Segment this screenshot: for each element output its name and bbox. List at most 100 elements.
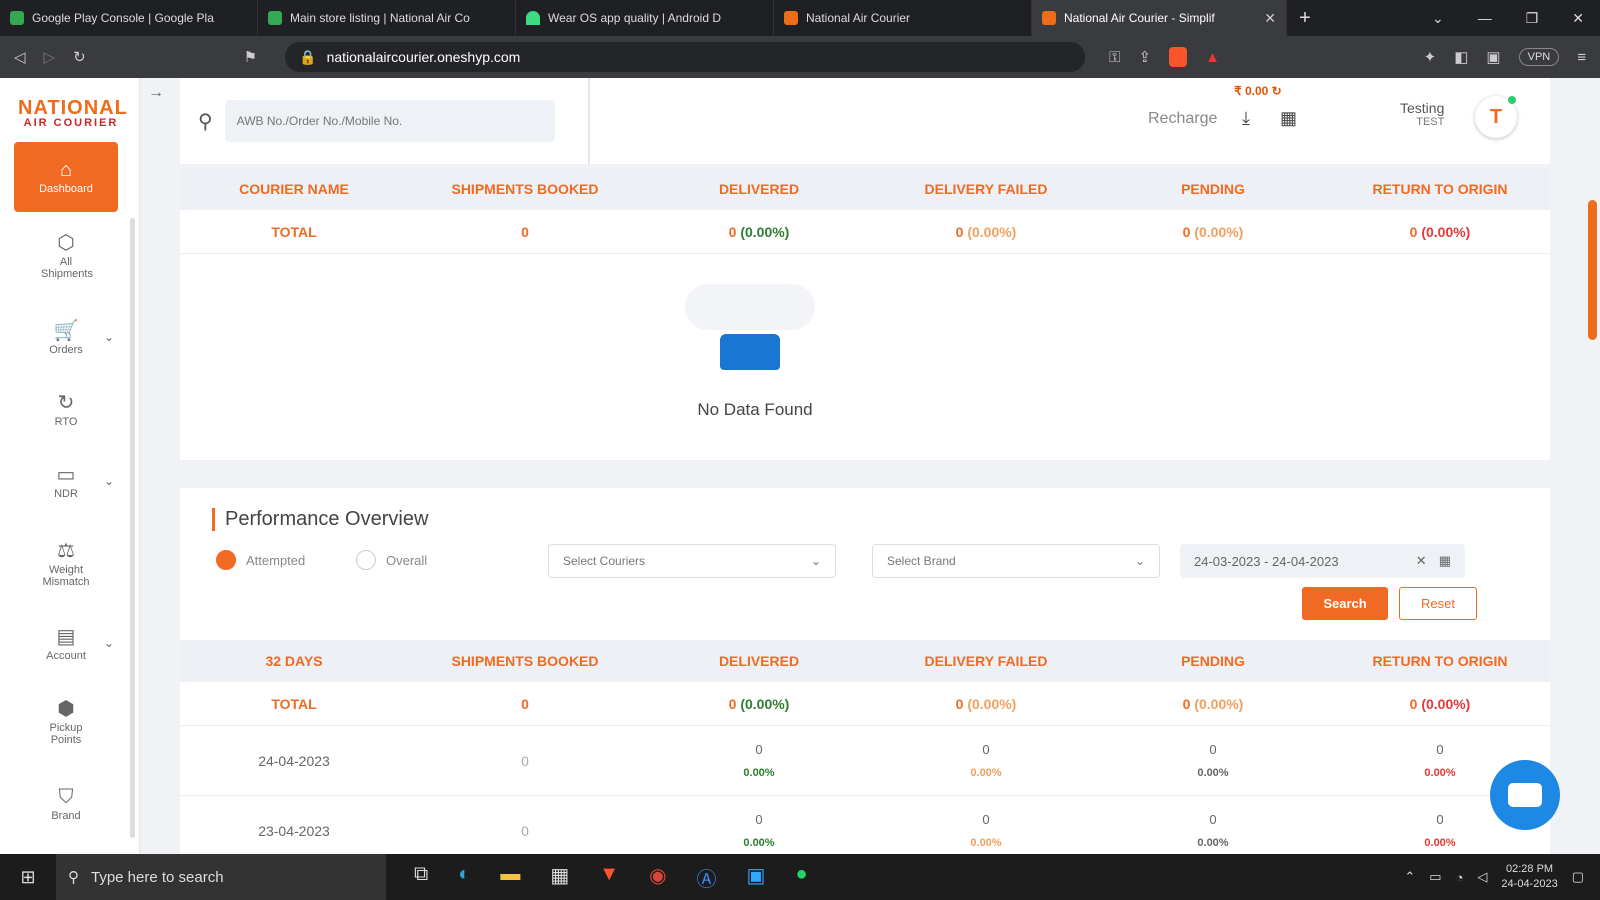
- app-store-icon[interactable]: Ⓐ: [697, 863, 717, 892]
- windows-start-icon[interactable]: ⊞: [0, 867, 56, 888]
- download-icon[interactable]: ⤓: [1242, 108, 1250, 129]
- chevron-down-icon[interactable]: ⌄: [104, 636, 114, 650]
- chevron-down-icon[interactable]: ⌄: [104, 330, 114, 344]
- column-header[interactable]: PENDING: [1096, 653, 1330, 669]
- browser-tab[interactable]: National Air Courier: [774, 0, 1032, 36]
- browser-tab-active[interactable]: National Air Courier - Simplif ✕: [1032, 0, 1287, 36]
- store-icon[interactable]: ▦: [550, 863, 569, 892]
- search-icon[interactable]: ⚲: [198, 109, 213, 134]
- column-header[interactable]: DELIVERED: [642, 653, 876, 669]
- restore-icon[interactable]: ❐: [1526, 10, 1539, 27]
- column-header[interactable]: SHIPMENTS BOOKED: [408, 653, 642, 669]
- empty-message: No Data Found: [697, 400, 813, 419]
- count: 0: [955, 695, 964, 712]
- puzzle-icon[interactable]: ✦: [1424, 48, 1437, 66]
- sidebar-item-orders[interactable]: 🛒 Orders ⌄: [14, 320, 118, 356]
- pending-value: 0 (0.00%): [1096, 224, 1330, 240]
- sidebar-item-weight-mismatch[interactable]: ⚖ Weight Mismatch: [14, 540, 118, 588]
- close-icon[interactable]: ✕: [1264, 10, 1276, 27]
- column-header[interactable]: 32 DAYS: [180, 653, 408, 669]
- wallet-icon[interactable]: ▣: [1486, 48, 1500, 66]
- percent: (0.00%): [967, 695, 1017, 712]
- user-info[interactable]: Testing TEST: [1400, 100, 1444, 128]
- brave-icon[interactable]: ▼: [599, 863, 619, 892]
- taskbar-search[interactable]: ⚲ Type here to search: [56, 854, 386, 900]
- recharge-link[interactable]: Recharge: [1148, 110, 1217, 128]
- forward-icon[interactable]: ▷: [44, 48, 56, 66]
- whatsapp-icon[interactable]: ●: [795, 863, 807, 892]
- chevron-down-icon[interactable]: ⌄: [104, 474, 114, 488]
- chat-widget-button[interactable]: [1490, 760, 1560, 830]
- key-icon[interactable]: ⚿: [1109, 49, 1120, 66]
- failed-value: 0 (0.00%): [876, 224, 1096, 240]
- column-header[interactable]: DELIVERY FAILED: [876, 653, 1096, 669]
- file-explorer-icon[interactable]: ▬: [500, 863, 520, 892]
- count: 0: [1409, 695, 1418, 712]
- collapse-sidebar-icon[interactable]: →: [148, 84, 164, 102]
- row-date: 23-04-2023: [258, 822, 330, 839]
- reload-icon[interactable]: ↻: [73, 48, 86, 66]
- browser-tab[interactable]: Google Play Console | Google Pla: [0, 0, 258, 36]
- radio-attempted[interactable]: Attempted: [216, 550, 305, 570]
- volume-icon[interactable]: ◁: [1477, 869, 1487, 885]
- column-header[interactable]: COURIER NAME: [180, 181, 408, 197]
- page-scrollbar[interactable]: [1588, 200, 1597, 340]
- column-header[interactable]: PENDING: [1096, 181, 1330, 197]
- search-button[interactable]: Search: [1302, 587, 1388, 620]
- calendar-icon[interactable]: ▦: [1439, 553, 1451, 569]
- radio-overall[interactable]: Overall: [356, 550, 427, 570]
- close-window-icon[interactable]: ✕: [1572, 10, 1584, 27]
- photoshop-icon[interactable]: ▣: [747, 863, 766, 892]
- brave-shield-icon[interactable]: [1169, 47, 1188, 67]
- network-icon[interactable]: ▭: [1429, 869, 1441, 885]
- minimize-icon[interactable]: —: [1478, 10, 1492, 27]
- share-icon[interactable]: ⇪: [1139, 48, 1152, 66]
- sidebar-item-account[interactable]: ▤ Account ⌄: [14, 626, 118, 662]
- rewards-icon[interactable]: ▲: [1205, 49, 1220, 66]
- task-view-icon[interactable]: ⧉: [414, 863, 428, 892]
- sidebar-toggle-icon[interactable]: ◧: [1454, 48, 1468, 66]
- bookmark-icon[interactable]: ⚑: [244, 48, 257, 66]
- search-icon: ⚲: [68, 869, 79, 886]
- column-header[interactable]: DELIVERY FAILED: [876, 181, 1096, 197]
- windows-taskbar: ⊞ ⚲ Type here to search ⧉ ◐ ▬ ▦ ▼ ◉ Ⓐ ▣ …: [0, 854, 1600, 900]
- sidebar-scrollbar[interactable]: [130, 218, 135, 838]
- wallet-balance[interactable]: ₹ 0.00 ↻: [1234, 84, 1282, 98]
- column-header[interactable]: RETURN TO ORIGIN: [1330, 653, 1550, 669]
- chrome-icon[interactable]: ◉: [649, 863, 666, 892]
- menu-icon[interactable]: ≡: [1577, 49, 1586, 66]
- brand-logo[interactable]: NATIONAL AIR COURIER: [18, 98, 127, 129]
- browser-tab[interactable]: Main store listing | National Air Co: [258, 0, 516, 36]
- lock-icon: 🔒: [299, 48, 317, 65]
- column-header[interactable]: SHIPMENTS BOOKED: [408, 181, 642, 197]
- column-header[interactable]: RETURN TO ORIGIN: [1330, 181, 1550, 197]
- date-range-picker[interactable]: 24-03-2023 - 24-04-2023 ✕ ▦: [1180, 544, 1465, 578]
- sidebar-item-pickup-points[interactable]: ⬢ Pickup Points: [14, 698, 118, 746]
- notifications-icon[interactable]: ▢: [1572, 869, 1584, 885]
- sidebar-item-dashboard[interactable]: ⌂ Dashboard: [14, 142, 118, 212]
- reset-button[interactable]: Reset: [1399, 587, 1477, 620]
- wifi-icon[interactable]: ◔: [1456, 870, 1464, 885]
- system-clock[interactable]: 02:28 PM 24-04-2023: [1501, 862, 1557, 892]
- chevron-up-icon[interactable]: ⌃: [1404, 869, 1415, 885]
- sidebar-item-brand[interactable]: ⛉ Brand: [14, 786, 118, 822]
- url-field[interactable]: 🔒 nationalaircourier.oneshyp.com: [285, 42, 1086, 72]
- row-booked: 0: [521, 752, 529, 769]
- sidebar-item-ndr[interactable]: ▭ NDR ⌄: [14, 464, 118, 500]
- refresh-balance-icon[interactable]: ↻: [1272, 84, 1282, 98]
- select-couriers[interactable]: Select Couriers ⌄: [548, 544, 836, 578]
- browser-tab[interactable]: Wear OS app quality | Android D: [516, 0, 774, 36]
- sidebar-item-rto[interactable]: ↻ RTO: [14, 392, 118, 428]
- edge-icon[interactable]: ◐: [458, 863, 470, 892]
- calculator-icon[interactable]: ▦: [1280, 108, 1297, 129]
- vpn-button[interactable]: VPN: [1518, 48, 1560, 66]
- new-tab-icon[interactable]: +: [1287, 7, 1323, 30]
- empty-cloud-illustration: [685, 284, 815, 330]
- chevron-down-icon[interactable]: ⌄: [1432, 10, 1444, 27]
- clear-icon[interactable]: ✕: [1416, 553, 1427, 569]
- select-brand[interactable]: Select Brand ⌄: [872, 544, 1160, 578]
- search-input[interactable]: [224, 100, 555, 142]
- sidebar-item-all-shipments[interactable]: ⬡ All Shipments: [14, 232, 118, 280]
- back-icon[interactable]: ◁: [14, 48, 26, 66]
- column-header[interactable]: DELIVERED: [642, 181, 876, 197]
